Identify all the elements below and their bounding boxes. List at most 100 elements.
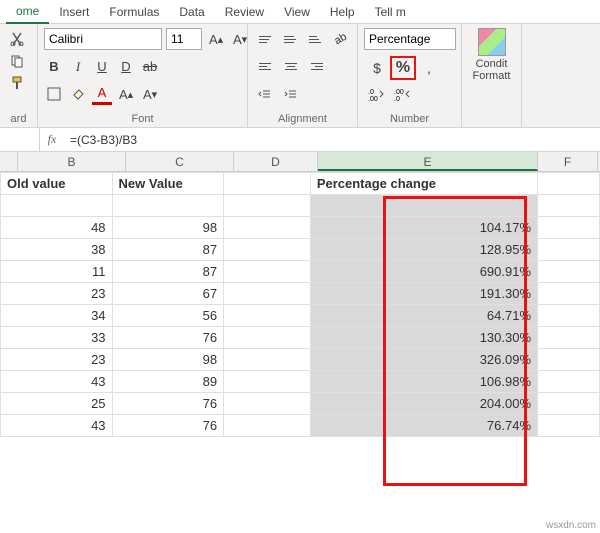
cell[interactable]: 34	[1, 305, 113, 327]
cell[interactable]	[224, 261, 311, 283]
comma-button[interactable]: ,	[416, 56, 442, 80]
cell[interactable]: 23	[1, 349, 113, 371]
cell[interactable]	[224, 283, 311, 305]
tab-home[interactable]: ome	[6, 0, 49, 24]
increase-font-2-icon[interactable]: A▴	[116, 83, 136, 105]
cell[interactable]: 76	[112, 415, 224, 437]
cell[interactable]: 64.71%	[310, 305, 537, 327]
cell[interactable]	[538, 393, 600, 415]
cell[interactable]: 128.95%	[310, 239, 537, 261]
percent-button[interactable]: %	[390, 56, 416, 80]
cell[interactable]: 67	[112, 283, 224, 305]
tab-review[interactable]: Review	[215, 1, 274, 23]
tab-insert[interactable]: Insert	[49, 1, 99, 23]
cell[interactable]: 98	[112, 217, 224, 239]
cell[interactable]	[538, 261, 600, 283]
cell[interactable]	[538, 349, 600, 371]
decrease-font-2-icon[interactable]: A▾	[140, 83, 160, 105]
cell[interactable]	[224, 349, 311, 371]
cell[interactable]	[1, 195, 113, 217]
cell[interactable]	[538, 173, 600, 195]
accounting-button[interactable]: $	[364, 56, 390, 80]
align-middle-icon[interactable]	[279, 28, 300, 50]
tab-view[interactable]: View	[274, 1, 320, 23]
fx-icon[interactable]: fx	[40, 132, 64, 147]
tab-tellme[interactable]: Tell m	[365, 1, 416, 23]
cell[interactable]: 76	[112, 393, 224, 415]
font-size-select[interactable]	[166, 28, 202, 50]
double-underline-button[interactable]: D	[116, 56, 136, 78]
cell[interactable]	[224, 173, 311, 195]
col-header-f[interactable]: F	[538, 152, 598, 171]
number-format-select[interactable]	[364, 28, 456, 50]
cell[interactable]: 76.74%	[310, 415, 537, 437]
col-header-d[interactable]: D	[234, 152, 318, 171]
cell[interactable]	[112, 195, 224, 217]
cell[interactable]: 89	[112, 371, 224, 393]
increase-font-icon[interactable]: A▴	[206, 28, 226, 50]
font-name-select[interactable]	[44, 28, 162, 50]
align-bottom-icon[interactable]	[305, 28, 326, 50]
cell[interactable]	[538, 415, 600, 437]
decrease-font-icon[interactable]: A▾	[230, 28, 250, 50]
cell[interactable]	[224, 415, 311, 437]
align-center-icon[interactable]	[280, 56, 302, 78]
orientation-icon[interactable]: ab	[326, 24, 355, 54]
decrease-indent-icon[interactable]	[254, 83, 276, 105]
formula-input[interactable]: =(C3-B3)/B3	[64, 133, 600, 147]
cell[interactable]: Old value	[1, 173, 113, 195]
name-box[interactable]	[0, 128, 40, 151]
fill-color-button[interactable]	[68, 83, 88, 105]
tab-data[interactable]: Data	[169, 1, 214, 23]
align-top-icon[interactable]	[254, 28, 275, 50]
copy-icon[interactable]	[6, 50, 28, 72]
cell[interactable]: 130.30%	[310, 327, 537, 349]
col-header-b[interactable]: B	[18, 152, 126, 171]
cell[interactable]: 76	[112, 327, 224, 349]
cell[interactable]	[224, 195, 311, 217]
cell[interactable]	[224, 393, 311, 415]
cell[interactable]: 38	[1, 239, 113, 261]
decrease-decimal-button[interactable]: .00.0	[390, 83, 416, 107]
align-left-icon[interactable]	[254, 56, 276, 78]
increase-indent-icon[interactable]	[280, 83, 302, 105]
strikethrough-button[interactable]: ab	[140, 56, 160, 78]
cell[interactable]	[538, 195, 600, 217]
conditional-formatting-button[interactable]: Condit Formatt	[473, 28, 511, 82]
cell[interactable]: New Value	[112, 173, 224, 195]
cell[interactable]: 56	[112, 305, 224, 327]
cell[interactable]: 204.00%	[310, 393, 537, 415]
col-header-c[interactable]: C	[126, 152, 234, 171]
cell[interactable]	[538, 305, 600, 327]
cell[interactable]: Percentage change	[310, 173, 537, 195]
cell[interactable]	[224, 371, 311, 393]
cell[interactable]	[224, 305, 311, 327]
cell[interactable]: 23	[1, 283, 113, 305]
cell[interactable]: 191.30%	[310, 283, 537, 305]
cell[interactable]: 98	[112, 349, 224, 371]
border-button[interactable]	[44, 83, 64, 105]
cell[interactable]	[224, 327, 311, 349]
cell[interactable]	[538, 217, 600, 239]
cell[interactable]: 43	[1, 415, 113, 437]
cell[interactable]	[538, 327, 600, 349]
cell[interactable]	[310, 195, 537, 217]
cell[interactable]: 33	[1, 327, 113, 349]
cell[interactable]: 11	[1, 261, 113, 283]
font-color-button[interactable]: A	[92, 83, 112, 105]
format-painter-icon[interactable]	[6, 72, 28, 94]
cell[interactable]: 690.91%	[310, 261, 537, 283]
cell[interactable]: 48	[1, 217, 113, 239]
cell[interactable]: 326.09%	[310, 349, 537, 371]
cell[interactable]	[224, 217, 311, 239]
cell[interactable]	[538, 239, 600, 261]
cell[interactable]: 104.17%	[310, 217, 537, 239]
cell[interactable]: 106.98%	[310, 371, 537, 393]
cell[interactable]: 87	[112, 239, 224, 261]
align-right-icon[interactable]	[306, 56, 328, 78]
underline-button[interactable]: U	[92, 56, 112, 78]
cut-icon[interactable]	[6, 28, 28, 50]
cell[interactable]	[224, 239, 311, 261]
cell[interactable]: 25	[1, 393, 113, 415]
tab-formulas[interactable]: Formulas	[99, 1, 169, 23]
